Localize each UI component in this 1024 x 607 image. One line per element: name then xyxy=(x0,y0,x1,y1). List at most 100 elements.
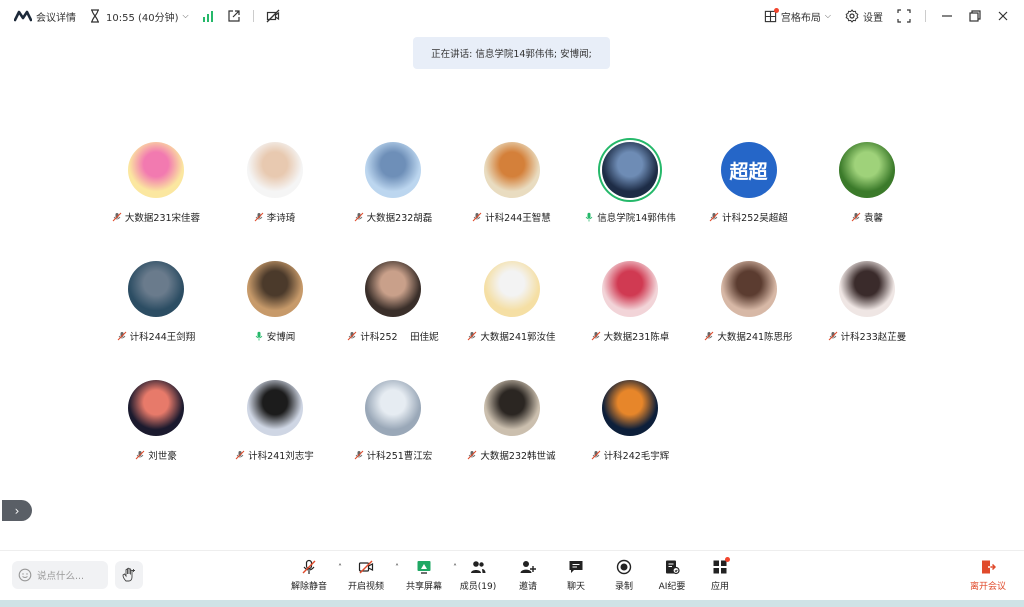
participant-name-row: 大数据232韩世诚 xyxy=(452,448,572,462)
apps-button[interactable]: 应用 xyxy=(695,557,745,595)
mic-muted-icon xyxy=(354,450,364,460)
participant-name-row: 李诗琦 xyxy=(215,210,335,224)
participant-name-row: 袁馨 xyxy=(807,210,927,224)
participant-name: 大数据232胡磊 xyxy=(366,213,433,224)
timer-dropdown[interactable]: 10:55 (40分钟) ⌵ xyxy=(88,9,189,24)
participant-tile[interactable]: 大数据232胡磊 xyxy=(333,142,453,242)
close-icon xyxy=(998,11,1008,21)
participant-tile[interactable]: 李诗琦 xyxy=(215,142,335,242)
meeting-info-button[interactable]: 会议详情 xyxy=(14,9,76,24)
participant-tile[interactable]: 计科242毛宇辉 xyxy=(570,380,690,480)
invite-label: 邀请 xyxy=(518,582,537,592)
participant-tile[interactable]: 计科241刘志宇 xyxy=(215,380,335,480)
mic-muted-icon xyxy=(112,212,122,222)
participant-name: 大数据232韩世诚 xyxy=(480,451,556,462)
signal-bars-icon xyxy=(202,11,213,22)
avatar xyxy=(246,261,303,317)
exit-icon xyxy=(982,560,996,574)
raise-hand-button[interactable] xyxy=(115,561,143,589)
leave-meeting-button[interactable]: 离开会议 xyxy=(963,559,1013,595)
participant-name-row: 计科244王智慧 xyxy=(452,210,572,224)
video-off-icon xyxy=(358,560,374,574)
participant-name-row: 大数据241陈思彤 xyxy=(689,329,809,343)
quick-chat-input[interactable]: 说点什么... xyxy=(12,561,108,589)
settings-button[interactable]: 设置 xyxy=(845,9,883,24)
participant-tile[interactable]: 计科251曹江宏 xyxy=(333,380,453,480)
mic-muted-icon xyxy=(851,212,861,222)
invite-button[interactable]: 邀请 xyxy=(503,559,553,595)
start-video-button[interactable]: 开启视频 ˄ xyxy=(341,559,399,595)
participant-tile[interactable]: 大数据231宋佳蓉 xyxy=(96,142,216,242)
participant-tile[interactable]: 超超 计科252吴超超 xyxy=(689,142,809,242)
avatar-text: 超超 xyxy=(720,142,777,198)
avatar xyxy=(483,380,540,436)
meeting-window: 会议详情 10:55 (40分钟) ⌵ 宫格布局 ⌵ 设置 正在讲话: 信息学院… xyxy=(0,0,1024,607)
participant-name: 计科233赵芷曼 xyxy=(840,332,907,343)
avatar xyxy=(365,261,421,317)
share-screen-button[interactable]: 共享屏幕 ˄ xyxy=(399,559,457,595)
minimize-button[interactable] xyxy=(940,9,954,23)
participant-tile[interactable]: 大数据231陈卓 xyxy=(570,261,690,361)
participant-name-row: 刘世豪 xyxy=(96,448,216,462)
participant-name: 计科252 田佳妮 xyxy=(360,332,439,343)
members-icon xyxy=(471,561,486,573)
participant-tile[interactable]: 大数据241郭汝佳 xyxy=(452,261,572,361)
participant-tile[interactable]: 计科252 田佳妮 xyxy=(333,261,453,361)
participant-tile[interactable]: 计科233赵芷曼 xyxy=(807,261,927,361)
network-signal[interactable] xyxy=(201,9,215,23)
participant-name: 计科242毛宇辉 xyxy=(603,451,670,462)
participant-tile[interactable]: 袁馨 xyxy=(807,142,927,242)
participant-tile[interactable]: 计科244王智慧 xyxy=(452,142,572,242)
mic-muted-icon xyxy=(468,331,477,341)
participant-name-row: 大数据232胡磊 xyxy=(333,210,453,224)
participant-tile[interactable]: 大数据232韩世诚 xyxy=(452,380,572,480)
mic-muted-icon xyxy=(348,331,357,341)
start-video-label: 开启视频 xyxy=(347,582,384,592)
participant-name: 计科244王智慧 xyxy=(485,213,551,224)
minimize-icon xyxy=(942,15,952,17)
record-icon xyxy=(616,559,632,575)
record-button[interactable]: 录制 xyxy=(599,559,649,595)
mic-off-icon xyxy=(302,559,316,574)
mic-muted-icon xyxy=(705,331,714,341)
chat-button[interactable]: 聊天 xyxy=(551,559,601,595)
layout-dropdown[interactable]: 宫格布局 ⌵ xyxy=(764,7,831,24)
apps-label: 应用 xyxy=(710,582,729,592)
participant-tile[interactable]: 计科244王剑翔 xyxy=(96,261,216,361)
participant-name: 李诗琦 xyxy=(266,213,296,224)
participant-tile[interactable]: 刘世豪 xyxy=(96,380,216,480)
fullscreen-button[interactable] xyxy=(897,9,911,23)
avatar xyxy=(483,142,540,198)
restore-window-icon xyxy=(969,10,981,22)
raise-hand-icon xyxy=(122,567,135,582)
mic-muted-icon xyxy=(709,212,719,222)
hide-nonvideo-button[interactable] xyxy=(266,9,280,23)
participant-tile[interactable]: 安博闻 xyxy=(215,261,335,361)
avatar xyxy=(602,261,658,317)
chat-label: 聊天 xyxy=(566,582,585,592)
close-button[interactable] xyxy=(996,9,1010,23)
participant-tile[interactable]: 大数据241陈思彤 xyxy=(689,261,809,361)
avatar xyxy=(128,380,184,436)
notification-dot xyxy=(773,7,779,13)
avatar xyxy=(246,142,303,198)
ai-notes-button[interactable]: AI纪要 xyxy=(647,559,697,595)
gear-icon xyxy=(845,9,859,23)
expand-sidebar-button[interactable]: › xyxy=(2,500,32,521)
timer-label: 10:55 (40分钟) xyxy=(106,12,179,24)
members-button[interactable]: 成员(19) xyxy=(453,559,503,595)
participant-name: 安博闻 xyxy=(266,332,296,343)
participant-tile[interactable]: 信息学院14郭伟伟 xyxy=(570,142,690,242)
avatar xyxy=(246,380,303,436)
chevron-down-icon: ⌵ xyxy=(182,11,189,20)
unmute-button[interactable]: 解除静音 ˄ xyxy=(284,559,342,595)
share-screen-label: 共享屏幕 xyxy=(405,582,442,592)
mic-muted-icon xyxy=(472,212,482,222)
popout-button[interactable] xyxy=(227,9,241,23)
layout-label: 宫格布局 xyxy=(780,12,821,24)
share-screen-icon xyxy=(417,561,431,574)
chevron-down-icon: ⌵ xyxy=(824,11,831,20)
participant-name-row: 计科242毛宇辉 xyxy=(570,448,690,462)
avatar xyxy=(365,380,421,436)
restore-button[interactable] xyxy=(968,9,982,23)
